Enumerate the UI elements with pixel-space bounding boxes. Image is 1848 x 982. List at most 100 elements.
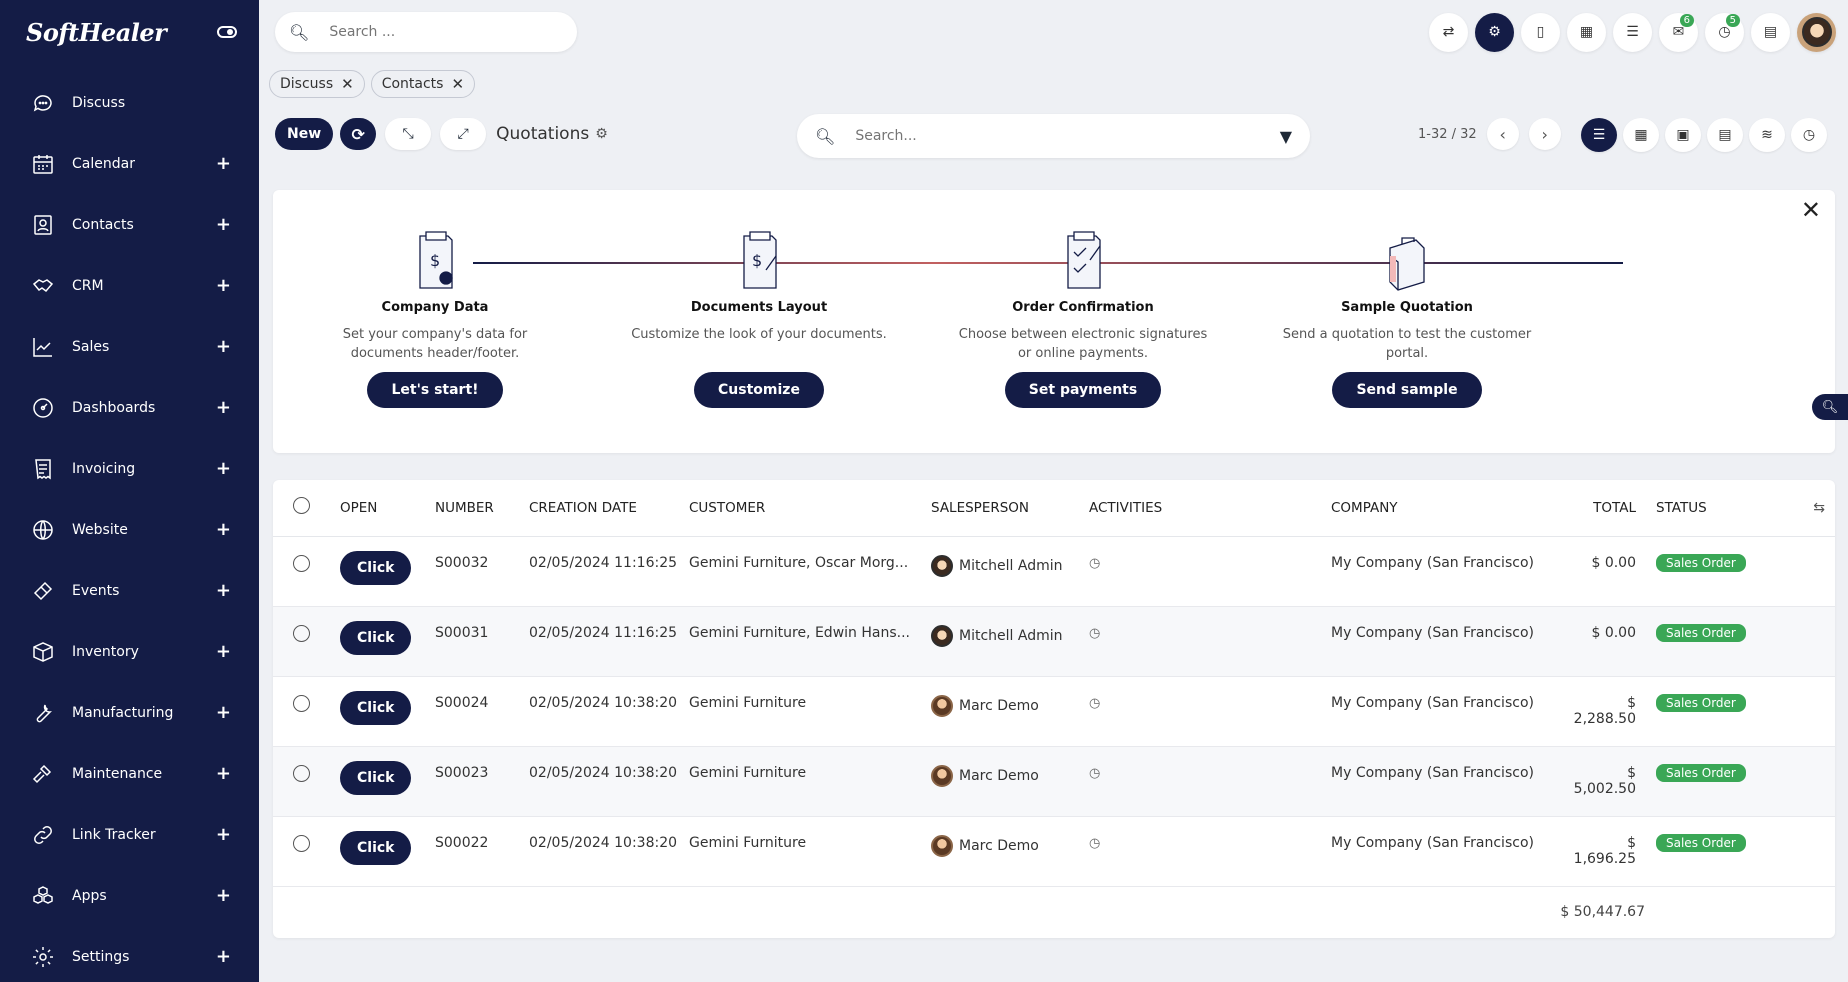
activity-clock-icon[interactable]: ◷ (1089, 556, 1100, 571)
new-button[interactable]: New (275, 118, 334, 150)
open-click-button[interactable]: Click (340, 690, 412, 725)
activity-clock-icon[interactable]: ◷ (1089, 626, 1100, 641)
row-checkbox[interactable] (293, 694, 310, 712)
activity-clock-icon[interactable]: ◷ (1089, 766, 1100, 781)
col-salesperson[interactable]: SALESPERSON (931, 480, 1089, 537)
sidebar-item-sales[interactable]: Sales + (0, 316, 259, 377)
sidebar-item-calendar[interactable]: Calendar + (0, 133, 259, 194)
close-icon[interactable]: ✕ (341, 75, 354, 93)
pager-value[interactable]: 1-32 / 32 (1418, 127, 1477, 142)
col-creation-date[interactable]: CREATION DATE (529, 480, 689, 537)
sidebar-item-events[interactable]: Events + (0, 560, 259, 621)
plus-icon[interactable]: + (216, 580, 231, 601)
expand-icon[interactable]: ⤡ (385, 118, 432, 150)
language-icon[interactable]: ⇄ (1429, 12, 1468, 52)
row-checkbox[interactable] (293, 834, 310, 852)
sidebar-item-link-tracker[interactable]: Link Tracker + (0, 804, 259, 865)
open-click-button[interactable]: Click (340, 830, 412, 865)
global-search-input[interactable] (329, 24, 563, 40)
row-checkbox[interactable] (293, 554, 310, 572)
step-button-order-confirmation[interactable]: Set payments (1004, 372, 1162, 408)
open-click-button[interactable]: Click (340, 620, 412, 655)
col-status[interactable]: STATUS (1656, 480, 1835, 537)
col-number[interactable]: NUMBER (435, 480, 529, 537)
plus-icon[interactable]: + (216, 641, 231, 662)
plus-icon[interactable]: + (216, 153, 231, 174)
open-click-button[interactable]: Click (340, 550, 412, 585)
pager-next-icon[interactable]: › (1528, 118, 1561, 150)
table-row[interactable]: Click S00022 02/05/2024 10:38:20 Gemini Fur… (273, 816, 1835, 887)
sidebar-item-contacts[interactable]: Contacts + (0, 194, 259, 255)
col-activities[interactable]: ACTIVITIES (1089, 480, 1331, 537)
step-button-company-data[interactable]: Let's start! (367, 372, 503, 408)
settings-icon[interactable]: ⚙ (1475, 12, 1514, 52)
table-row[interactable]: Click S00023 02/05/2024 10:38:20 Gemini Fur… (273, 746, 1835, 817)
collapse-icon[interactable]: ⤢ (440, 118, 487, 150)
brand-logo[interactable]: SoftHealer (26, 18, 167, 47)
activity-clock-icon[interactable]: ◷ (1089, 836, 1100, 851)
zoom-icon[interactable]: 🔍︎ (1812, 394, 1848, 420)
plus-icon[interactable]: + (216, 763, 231, 784)
plus-icon[interactable]: + (216, 885, 231, 906)
refresh-icon[interactable]: ⟳ (340, 118, 377, 150)
activity-view-icon[interactable]: ◷ (1791, 118, 1827, 152)
plus-icon[interactable]: + (216, 946, 231, 967)
col-customer[interactable]: CUSTOMER (689, 480, 931, 537)
sidebar-item-discuss[interactable]: Discuss (0, 72, 259, 133)
plus-icon[interactable]: + (216, 336, 231, 357)
sidebar-item-apps[interactable]: Apps + (0, 865, 259, 926)
calendar-view-icon[interactable]: ▣ (1665, 118, 1701, 152)
sidebar-toggle-icon[interactable] (217, 26, 237, 38)
plus-icon[interactable]: + (216, 458, 231, 479)
step-button-sample-quotation[interactable]: Send sample (1332, 372, 1482, 408)
table-row[interactable]: Click S00031 02/05/2024 11:16:25 Gemini Fur… (273, 606, 1835, 677)
list-view-icon[interactable]: ☰ (1581, 118, 1617, 152)
global-search[interactable]: 🔍︎ (275, 12, 577, 52)
row-checkbox[interactable] (293, 624, 310, 642)
table-row[interactable]: Click S00024 02/05/2024 10:38:20 Gemini Fur… (273, 676, 1835, 747)
col-company[interactable]: COMPANY (1331, 480, 1561, 537)
row-checkbox[interactable] (293, 764, 310, 782)
company-icon[interactable]: ▤ (1751, 12, 1790, 52)
sidebar-item-maintenance[interactable]: Maintenance + (0, 743, 259, 804)
plus-icon[interactable]: + (216, 519, 231, 540)
sidebar-item-inventory[interactable]: Inventory + (0, 621, 259, 682)
sidebar-item-manufacturing[interactable]: Manufacturing + (0, 682, 259, 743)
search-dropdown-icon[interactable]: ▼ (1280, 127, 1292, 146)
pivot-view-icon[interactable]: ▤ (1707, 118, 1743, 152)
user-avatar[interactable] (1797, 12, 1836, 52)
graph-view-icon[interactable]: ≋ (1749, 118, 1785, 152)
tab-contacts[interactable]: Contacts ✕ (370, 70, 476, 98)
view-gear-icon[interactable]: ⚙ (595, 126, 608, 142)
step-button-documents-layout[interactable]: Customize (694, 372, 824, 408)
open-click-button[interactable]: Click (340, 760, 412, 795)
kanban-view-icon[interactable]: ▦ (1623, 118, 1659, 152)
pager-prev-icon[interactable]: ‹ (1486, 118, 1519, 150)
table-row[interactable]: Click S00032 02/05/2024 11:16:25 Gemini Fur… (273, 536, 1835, 607)
close-icon[interactable]: ✕ (1801, 196, 1821, 224)
optional-columns-icon[interactable]: ⇆ (1813, 500, 1825, 516)
plus-icon[interactable]: + (216, 824, 231, 845)
plus-icon[interactable]: + (216, 275, 231, 296)
col-open[interactable]: OPEN (340, 480, 435, 537)
view-search[interactable]: 🔍︎ ▼ (797, 114, 1310, 158)
close-icon[interactable]: ✕ (451, 75, 464, 93)
messages-icon[interactable]: ✉ 6 (1659, 12, 1698, 52)
bookmark-icon[interactable]: ▯ (1521, 12, 1560, 52)
plus-icon[interactable]: + (216, 702, 231, 723)
activity-clock-icon[interactable]: ◷ 5 (1705, 12, 1744, 52)
sidebar-item-invoicing[interactable]: Invoicing + (0, 438, 259, 499)
sidebar-item-settings[interactable]: Settings + (0, 926, 259, 982)
list-icon[interactable]: ☰ (1613, 12, 1652, 52)
sidebar-item-website[interactable]: Website + (0, 499, 259, 560)
col-total[interactable]: TOTAL (1561, 480, 1656, 537)
view-search-input[interactable] (855, 128, 1280, 144)
plus-icon[interactable]: + (216, 214, 231, 235)
activity-clock-icon[interactable]: ◷ (1089, 696, 1100, 711)
sidebar-item-dashboards[interactable]: Dashboards + (0, 377, 259, 438)
calculator-icon[interactable]: ▦ (1567, 12, 1606, 52)
sidebar-item-crm[interactable]: CRM + (0, 255, 259, 316)
select-all-checkbox[interactable] (293, 497, 310, 515)
plus-icon[interactable]: + (216, 397, 231, 418)
tab-discuss[interactable]: Discuss ✕ (269, 70, 365, 98)
